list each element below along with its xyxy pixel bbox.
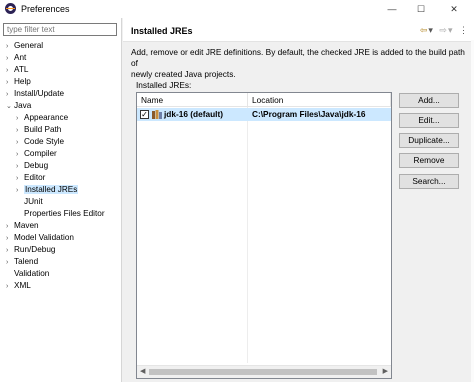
tree-item-label: Validation [14, 269, 50, 278]
tree-item[interactable]: Validation [6, 268, 49, 280]
tree-item[interactable]: › Model Validation [6, 232, 74, 244]
window-title: Preferences [21, 4, 70, 14]
tree-item[interactable]: › Ant [6, 52, 26, 64]
tree-item[interactable]: › Appearance [16, 112, 68, 124]
tree-item-label: Maven [14, 221, 39, 230]
scroll-left-icon[interactable]: ◀ [140, 366, 145, 378]
tree-item-label: Code Style [24, 137, 65, 146]
page-title: Installed JREs [131, 26, 193, 36]
preferences-tree-panel: ›General›Ant›ATL›Help›Install/Update⌄Jav… [0, 18, 122, 382]
tree-item-label: Java [14, 101, 32, 110]
tree-item-label: Properties Files Editor [24, 209, 105, 218]
jre-table: Name Location ✓ jdk-16 (default) C:\Prog… [136, 92, 392, 379]
jre-name: jdk-16 (default) [164, 109, 224, 119]
table-row[interactable]: ✓ jdk-16 (default) C:\Program Files\Java… [137, 108, 391, 121]
column-header-name[interactable]: Name [137, 93, 248, 107]
tree-item[interactable]: › Maven [6, 220, 39, 232]
tree-item[interactable]: › Code Style [16, 136, 64, 148]
tree-item[interactable]: › ATL [6, 64, 28, 76]
chevron-down-icon[interactable]: ⌄ [6, 101, 14, 113]
tree-item-label: Build Path [24, 125, 62, 134]
tree-item[interactable]: › Compiler [16, 148, 57, 160]
tree-item-label: Install/Update [14, 89, 65, 98]
tree-item-label: Model Validation [14, 233, 74, 242]
tree-item[interactable]: › Help [6, 76, 31, 88]
jre-library-icon [152, 110, 162, 119]
jre-location: C:\Program Files\Java\jdk-16 [252, 109, 366, 119]
tree-item[interactable]: › XML [6, 280, 31, 292]
duplicate-button[interactable]: Duplicate... [399, 133, 459, 148]
column-divider [247, 107, 248, 363]
tree-item-label: Run/Debug [14, 245, 56, 254]
scrollbar-thumb[interactable] [149, 369, 377, 375]
back-menu-icon[interactable]: ▾ [428, 25, 433, 35]
tree-item-label: Installed JREs [24, 185, 79, 194]
forward-menu-icon[interactable]: ▾ [448, 25, 453, 35]
tree-item-label: Talend [14, 257, 39, 266]
close-button[interactable]: ✕ [443, 2, 465, 16]
view-menu-icon[interactable]: ⋮ [459, 25, 468, 35]
search-button[interactable]: Search... [399, 174, 459, 189]
content-panel: Installed JREs ⇦▾ ⇨▾ ⋮ Add, remove or ed… [123, 18, 474, 382]
tree-item-label: General [14, 41, 44, 50]
tree-item-label: XML [14, 281, 31, 290]
forward-icon[interactable]: ⇨ [439, 25, 447, 35]
tree-item-label: JUnit [24, 197, 43, 206]
tree-item[interactable]: › Debug [16, 160, 48, 172]
tree-item[interactable]: › Talend [6, 256, 38, 268]
tree-item[interactable]: › Editor [16, 172, 45, 184]
chevron-right-icon[interactable]: › [6, 281, 14, 293]
eclipse-icon [5, 3, 16, 14]
remove-button[interactable]: Remove [399, 153, 459, 168]
column-header-location[interactable]: Location [248, 93, 391, 107]
tree-item-label: Debug [24, 161, 49, 170]
page-navigation: ⇦▾ ⇨▾ ⋮ [416, 25, 468, 36]
page-description: Add, remove or edit JRE definitions. By … [131, 47, 465, 79]
tree-item[interactable]: › General [6, 40, 43, 52]
tree-item[interactable]: › Run/Debug [6, 244, 55, 256]
tree-item-label: ATL [14, 65, 29, 74]
tree-item[interactable]: › Build Path [16, 124, 61, 136]
tree-item-label: Editor [24, 173, 46, 182]
tree-item-label: Appearance [24, 113, 69, 122]
minimize-button[interactable]: — [381, 2, 403, 16]
scroll-right-icon[interactable]: ▶ [383, 366, 388, 378]
tree-item-label: Ant [14, 53, 27, 62]
title-bar: Preferences — ☐ ✕ [0, 0, 474, 18]
tree-item[interactable]: › Installed JREs [16, 184, 79, 196]
tree-item-label: Compiler [24, 149, 57, 158]
filter-input[interactable] [3, 23, 117, 36]
tree-item[interactable]: Properties Files Editor [16, 208, 105, 220]
tree-item[interactable]: JUnit [16, 196, 43, 208]
installed-jres-label: Installed JREs: [136, 80, 192, 90]
tree-item[interactable]: › Install/Update [6, 88, 64, 100]
maximize-button[interactable]: ☐ [410, 2, 432, 16]
tree-item[interactable]: ⌄ Java [6, 100, 31, 112]
page-header: Installed JREs ⇦▾ ⇨▾ ⋮ [123, 18, 474, 42]
back-icon[interactable]: ⇦ [420, 25, 428, 35]
default-jre-checkbox[interactable]: ✓ [140, 110, 149, 119]
horizontal-scrollbar[interactable]: ◀ ▶ [137, 365, 391, 378]
add-button[interactable]: Add... [399, 93, 459, 108]
edit-button[interactable]: Edit... [399, 113, 459, 128]
tree-item-label: Help [14, 77, 31, 86]
